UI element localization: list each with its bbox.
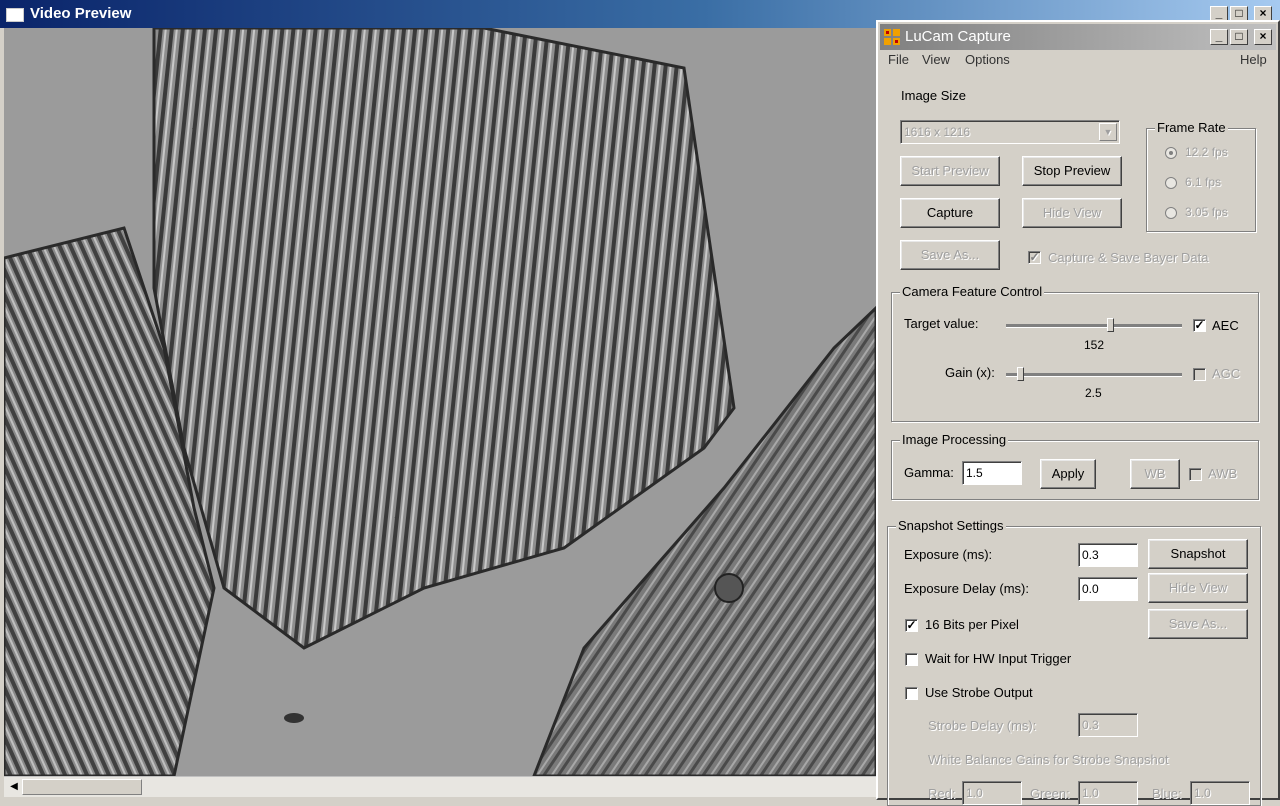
lucam-menubar: File View Options Help bbox=[880, 50, 1276, 72]
snapshot-settings-group: Snapshot Settings Exposure (ms): 0.3 Sna… bbox=[887, 518, 1261, 806]
frame-rate-label: Frame Rate bbox=[1155, 120, 1228, 135]
microscope-video-image[interactable] bbox=[4, 28, 876, 776]
exposure-delay-input[interactable]: 0.0 bbox=[1078, 577, 1138, 601]
lucam-capture-window: LuCam Capture _ □ × File View Options He… bbox=[876, 20, 1280, 806]
menu-view[interactable]: View bbox=[922, 52, 950, 67]
lucam-title: LuCam Capture bbox=[905, 28, 1011, 45]
aec-checkbox[interactable]: ✓ bbox=[1193, 319, 1206, 332]
agc-checkbox[interactable] bbox=[1193, 368, 1206, 381]
frame-rate-radio-0[interactable] bbox=[1165, 147, 1177, 159]
image-size-label: Image Size bbox=[901, 88, 967, 103]
target-slider-track[interactable] bbox=[1006, 324, 1182, 328]
frame-rate-group: Frame Rate 12.2 fps 6.1 fps 3.05 fps bbox=[1146, 120, 1256, 232]
capture-bayer-checkbox[interactable]: ✓ bbox=[1028, 251, 1041, 264]
frame-rate-option-0: 12.2 fps bbox=[1185, 145, 1228, 159]
gain-slider-thumb[interactable] bbox=[1017, 367, 1025, 381]
chevron-down-icon[interactable]: ▼ bbox=[1099, 123, 1117, 141]
video-preview-title: Video Preview bbox=[30, 5, 132, 22]
video-preview-hscrollbar[interactable]: ◀ bbox=[4, 776, 876, 797]
exposure-delay-label: Exposure Delay (ms): bbox=[904, 581, 1029, 596]
wb-button[interactable]: WB bbox=[1130, 459, 1180, 489]
green-label: Green: bbox=[1030, 786, 1070, 801]
menu-help[interactable]: Help bbox=[1240, 52, 1267, 67]
image-processing-group: Image Processing Gamma: 1.5 Apply WB AWB bbox=[891, 432, 1259, 500]
gamma-label: Gamma: bbox=[904, 465, 954, 480]
menu-file[interactable]: File bbox=[888, 52, 909, 67]
hide-view-button[interactable]: Hide View bbox=[1022, 198, 1122, 228]
strobe-delay-label: Strobe Delay (ms): bbox=[928, 718, 1037, 733]
exposure-label: Exposure (ms): bbox=[904, 547, 993, 562]
strobe-delay-input[interactable]: 0.3 bbox=[1078, 713, 1138, 737]
stop-preview-button[interactable]: Stop Preview bbox=[1022, 156, 1122, 186]
start-preview-button[interactable]: Start Preview bbox=[900, 156, 1000, 186]
frame-rate-radio-1[interactable] bbox=[1165, 177, 1177, 189]
snapshot-save-as-button[interactable]: Save As... bbox=[1148, 609, 1248, 639]
frame-rate-option-1: 6.1 fps bbox=[1185, 175, 1222, 189]
save-as-button[interactable]: Save As... bbox=[900, 240, 1000, 270]
exposure-input[interactable]: 0.3 bbox=[1078, 543, 1138, 567]
camera-feature-label: Camera Feature Control bbox=[900, 284, 1045, 299]
frame-rate-option-2: 3.05 fps bbox=[1185, 205, 1228, 219]
capture-bayer-label: Capture & Save Bayer Data bbox=[1048, 250, 1209, 265]
target-value-label: Target value: bbox=[904, 316, 979, 331]
capture-button[interactable]: Capture bbox=[900, 198, 1000, 228]
blue-input[interactable]: 1.0 bbox=[1190, 781, 1250, 805]
image-size-select[interactable]: 1616 x 1216 ▼ bbox=[900, 120, 1120, 144]
snapshot-settings-label: Snapshot Settings bbox=[896, 518, 1006, 533]
apply-button[interactable]: Apply bbox=[1040, 459, 1096, 489]
wb-gains-label: White Balance Gains for Strobe Snapshot bbox=[928, 752, 1169, 767]
gamma-input[interactable]: 1.5 bbox=[962, 461, 1022, 485]
green-input[interactable]: 1.0 bbox=[1078, 781, 1138, 805]
awb-checkbox[interactable] bbox=[1189, 468, 1202, 481]
bits-per-pixel-label: 16 Bits per Pixel bbox=[925, 617, 1019, 632]
cardiomyocyte-image bbox=[4, 28, 876, 776]
menu-options[interactable]: Options bbox=[965, 52, 1010, 67]
bits-per-pixel-checkbox[interactable]: ✓ bbox=[905, 619, 918, 632]
awb-label: AWB bbox=[1208, 466, 1238, 481]
radio-dot bbox=[1169, 151, 1173, 155]
lucam-logo-icon bbox=[884, 29, 900, 45]
gain-value-readout: 2.5 bbox=[1085, 386, 1102, 400]
red-input[interactable]: 1.0 bbox=[962, 781, 1022, 805]
camera-feature-group: Camera Feature Control Target value: 152… bbox=[891, 284, 1259, 422]
lucam-titlebar[interactable]: LuCam Capture _ □ × bbox=[880, 24, 1276, 50]
scroll-left-arrow-icon[interactable]: ◀ bbox=[6, 779, 22, 795]
image-size-value: 1616 x 1216 bbox=[904, 125, 971, 139]
blue-label: Blue: bbox=[1152, 786, 1182, 801]
gain-label: Gain (x): bbox=[945, 365, 995, 380]
window-icon bbox=[6, 8, 24, 22]
aec-label: AEC bbox=[1212, 318, 1239, 333]
target-slider-thumb[interactable] bbox=[1106, 318, 1114, 332]
scrollbar-thumb[interactable] bbox=[22, 779, 142, 795]
target-value-readout: 152 bbox=[1084, 338, 1105, 352]
lucam-close-button[interactable]: × bbox=[1254, 29, 1272, 45]
red-label: Red: bbox=[928, 786, 956, 801]
strobe-checkbox[interactable] bbox=[905, 687, 918, 700]
image-processing-label: Image Processing bbox=[900, 432, 1009, 447]
snapshot-button[interactable]: Snapshot bbox=[1148, 539, 1248, 569]
hw-trigger-label: Wait for HW Input Trigger bbox=[925, 651, 1072, 666]
agc-label: AGC bbox=[1212, 366, 1241, 381]
lucam-minimize-button[interactable]: _ bbox=[1210, 29, 1228, 45]
lucam-maximize-button[interactable]: □ bbox=[1230, 29, 1248, 45]
hw-trigger-checkbox[interactable] bbox=[905, 653, 918, 666]
snapshot-hide-view-button[interactable]: Hide View bbox=[1148, 573, 1248, 603]
gain-slider-track[interactable] bbox=[1006, 373, 1182, 377]
frame-rate-radio-2[interactable] bbox=[1165, 207, 1177, 219]
strobe-label: Use Strobe Output bbox=[925, 685, 1033, 700]
